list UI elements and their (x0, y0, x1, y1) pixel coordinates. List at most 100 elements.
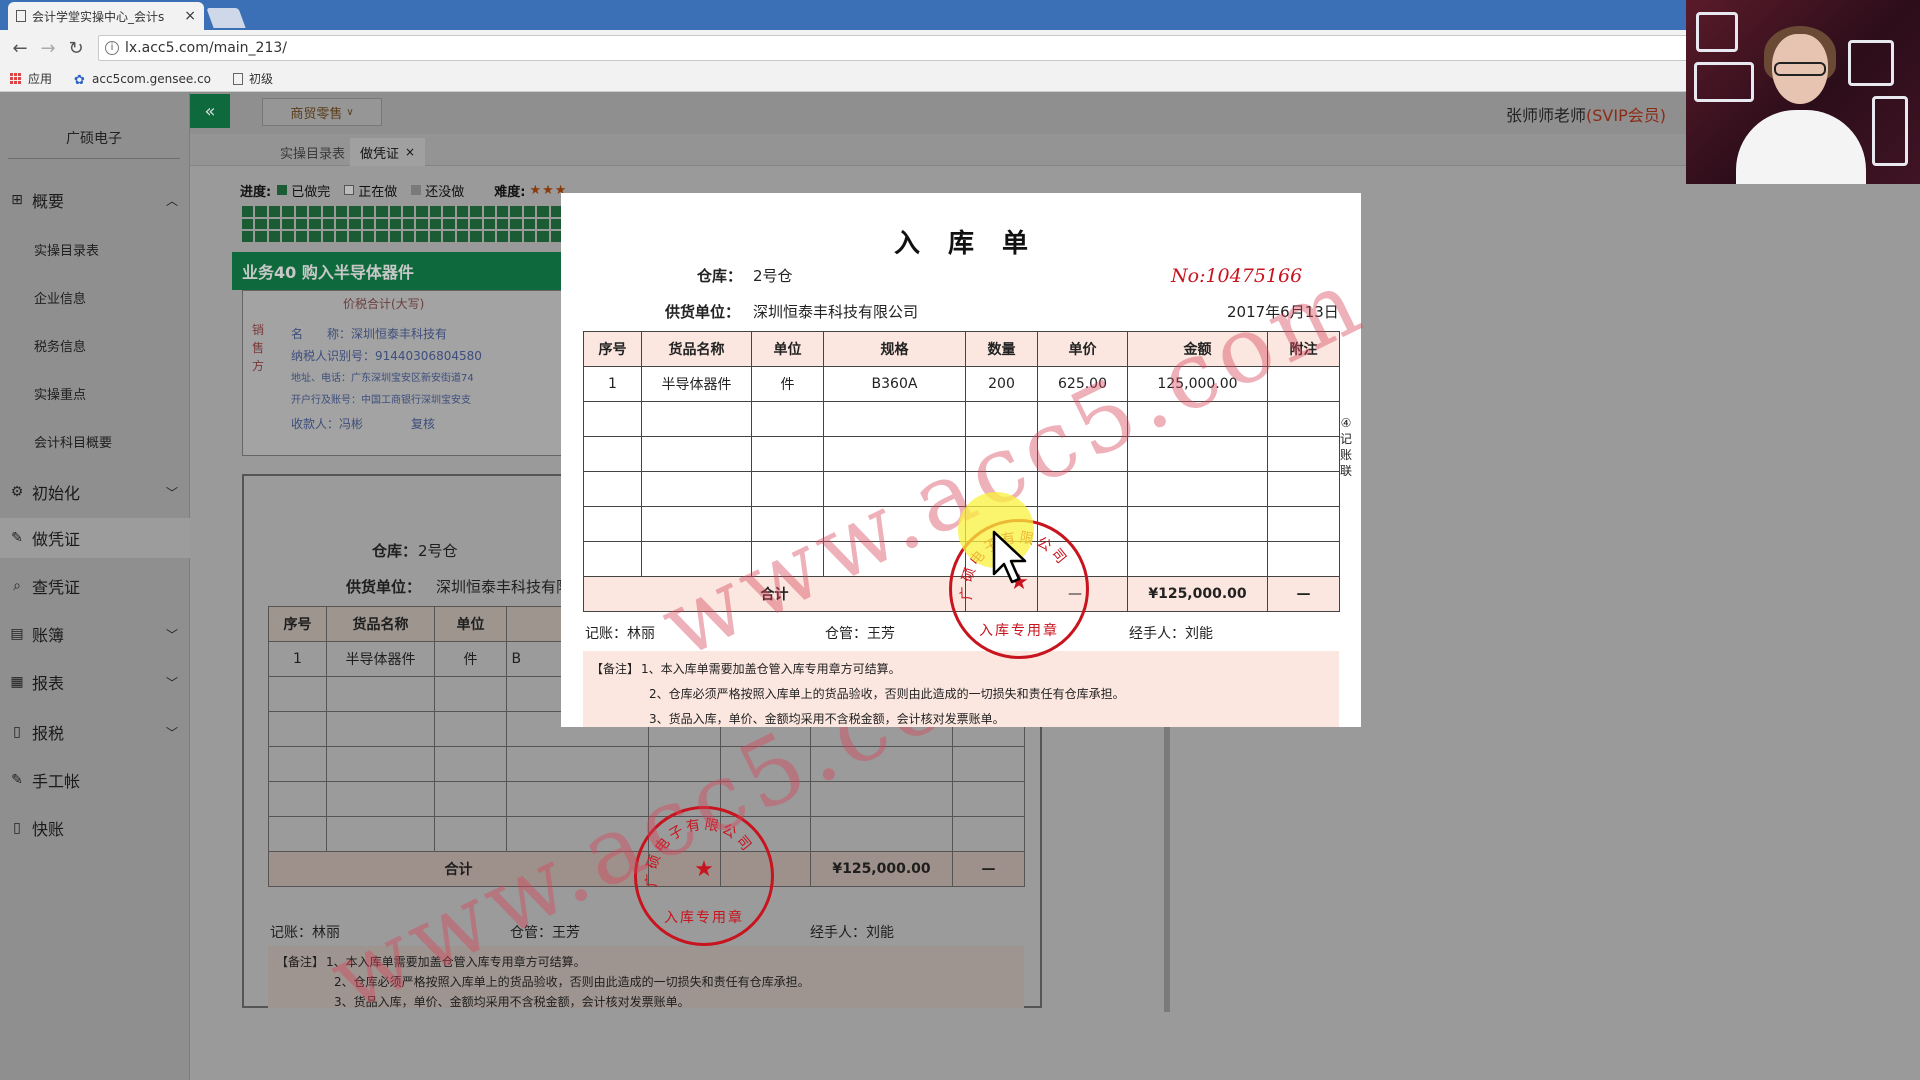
bookmark-chuji[interactable]: 初级 (233, 70, 273, 87)
progress-cell[interactable] (510, 206, 522, 217)
sidebar-item-manual-books[interactable]: ✎ 手工帐 (0, 760, 190, 800)
progress-cell[interactable] (510, 218, 522, 230)
progress-cell[interactable] (255, 206, 267, 217)
progress-cell[interactable] (496, 206, 509, 217)
info-icon[interactable]: i (105, 41, 119, 55)
progress-cell[interactable] (416, 218, 428, 230)
progress-cell[interactable] (523, 206, 536, 217)
sidebar-subitem-accounts[interactable]: 会计科目概要 (34, 432, 112, 451)
progress-cell[interactable] (389, 231, 401, 242)
progress-cell[interactable] (403, 231, 415, 242)
progress-cell[interactable] (376, 218, 388, 230)
sidebar-item-make-voucher[interactable]: ✎ 做凭证 (0, 518, 190, 558)
progress-cell[interactable] (282, 218, 294, 230)
progress-cell[interactable] (416, 206, 428, 217)
progress-cell[interactable] (456, 231, 469, 242)
sidebar-item-reports[interactable]: ▦ 报表 ﹀ (0, 662, 190, 702)
progress-cell[interactable] (537, 218, 549, 230)
progress-cell[interactable] (322, 218, 334, 230)
progress-cell[interactable] (268, 231, 281, 242)
progress-cell[interactable] (537, 206, 549, 217)
progress-cell[interactable] (362, 231, 375, 242)
progress-cell[interactable] (242, 231, 254, 242)
sidebar-subitem-company-info[interactable]: 企业信息 (34, 288, 86, 307)
progress-cell[interactable] (349, 218, 361, 230)
progress-cell[interactable] (456, 206, 469, 217)
progress-cell[interactable] (309, 218, 321, 230)
progress-cell[interactable] (309, 231, 321, 242)
progress-cell[interactable] (443, 231, 455, 242)
progress-cell[interactable] (429, 231, 442, 242)
progress-cell[interactable] (322, 231, 334, 242)
progress-cell[interactable] (537, 231, 549, 242)
reload-icon[interactable]: ↻ (64, 36, 88, 60)
progress-cell[interactable] (470, 206, 482, 217)
progress-cell[interactable] (523, 231, 536, 242)
sidebar-subitem-key-points[interactable]: 实操重点 (34, 384, 86, 403)
collapse-sidebar-button[interactable]: « (190, 94, 230, 128)
progress-cell[interactable] (335, 218, 348, 230)
progress-cell[interactable] (483, 218, 495, 230)
progress-cell[interactable] (470, 218, 482, 230)
progress-cell[interactable] (282, 231, 294, 242)
progress-cell[interactable] (416, 231, 428, 242)
sidebar-item-quick-books[interactable]: ▯ 快账 (0, 808, 190, 848)
progress-cell[interactable] (483, 231, 495, 242)
industry-select[interactable]: 商贸零售 ∨ (262, 98, 382, 126)
user-info[interactable]: 张师师老师(SVIP会员) (1506, 102, 1666, 126)
progress-cell[interactable] (282, 206, 294, 217)
progress-cell[interactable] (376, 206, 388, 217)
progress-cell[interactable] (268, 218, 281, 230)
progress-cell[interactable] (268, 206, 281, 217)
progress-cell[interactable] (295, 206, 308, 217)
progress-cell[interactable] (242, 206, 254, 217)
progress-cell[interactable] (510, 231, 522, 242)
progress-cell[interactable] (349, 231, 361, 242)
sidebar-item-tax[interactable]: ▯ 报税 ﹀ (0, 712, 190, 752)
progress-cell[interactable] (456, 218, 469, 230)
tab-close-icon[interactable]: × (405, 145, 415, 159)
progress-cell[interactable] (389, 218, 401, 230)
progress-cell[interactable] (429, 206, 442, 217)
progress-cell[interactable] (242, 218, 254, 230)
bookmark-gensee[interactable]: ✿ acc5com.gensee.co (74, 72, 211, 88)
progress-cell[interactable] (470, 231, 482, 242)
new-tab-button[interactable] (206, 8, 246, 28)
back-arrow-icon[interactable]: ← (8, 36, 32, 60)
progress-cell[interactable] (335, 206, 348, 217)
tab-close-icon[interactable]: × (184, 8, 196, 24)
progress-cell[interactable] (483, 206, 495, 217)
progress-cell[interactable] (255, 218, 267, 230)
address-bar[interactable]: i lx.acc5.com/main_213/ (98, 35, 1688, 61)
progress-cell[interactable] (295, 231, 308, 242)
tab-catalog[interactable]: 实操目录表 (270, 138, 355, 166)
progress-cell[interactable] (403, 206, 415, 217)
progress-cell[interactable] (429, 218, 442, 230)
sidebar-subitem-tax-info[interactable]: 税务信息 (34, 336, 86, 355)
progress-cell[interactable] (523, 218, 536, 230)
tab-make-voucher[interactable]: 做凭证 × (350, 138, 426, 166)
progress-cell[interactable] (362, 206, 375, 217)
progress-cell[interactable] (496, 218, 509, 230)
progress-grid[interactable] (242, 206, 562, 242)
sidebar-item-ledger[interactable]: ▤ 账簿 ﹀ (0, 614, 190, 654)
progress-cell[interactable] (403, 218, 415, 230)
progress-cell[interactable] (295, 218, 308, 230)
progress-cell[interactable] (335, 231, 348, 242)
progress-cell[interactable] (443, 206, 455, 217)
progress-cell[interactable] (389, 206, 401, 217)
progress-cell[interactable] (496, 231, 509, 242)
progress-cell[interactable] (309, 206, 321, 217)
progress-cell[interactable] (376, 231, 388, 242)
sidebar-subitem-catalog[interactable]: 实操目录表 (34, 240, 99, 259)
sidebar-item-init[interactable]: ⚙ 初始化 ﹀ (0, 472, 190, 512)
forward-arrow-icon[interactable]: → (36, 36, 60, 60)
sidebar-item-query-voucher[interactable]: ⌕ 查凭证 (0, 566, 190, 606)
bookmark-apps[interactable]: 应用 (10, 70, 52, 87)
progress-cell[interactable] (443, 218, 455, 230)
progress-cell[interactable] (255, 231, 267, 242)
browser-tab-active[interactable]: 会计学堂实操中心_会计s × (8, 2, 204, 30)
progress-cell[interactable] (322, 206, 334, 217)
progress-cell[interactable] (349, 206, 361, 217)
sidebar-item-overview[interactable]: ⊞ 概要 ︿ (0, 180, 190, 220)
